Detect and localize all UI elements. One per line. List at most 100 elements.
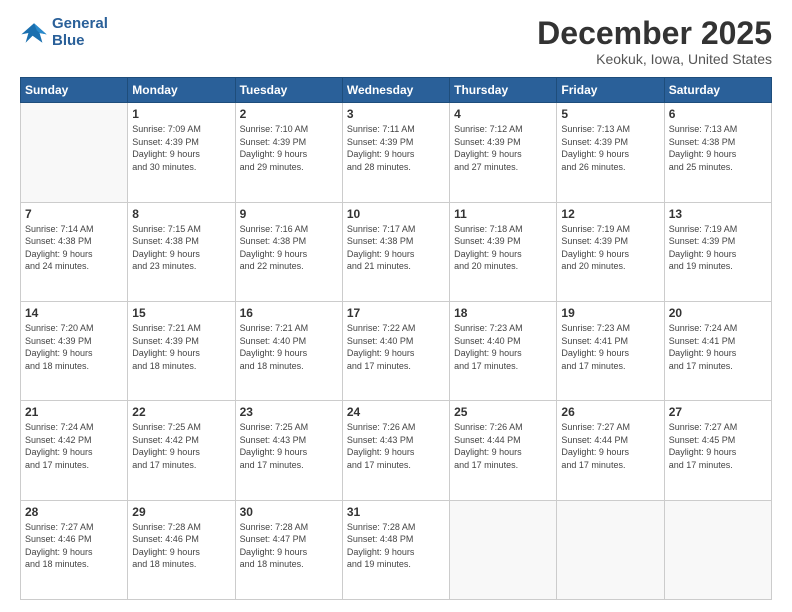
calendar-day-cell: 7Sunrise: 7:14 AM Sunset: 4:38 PM Daylig… <box>21 202 128 301</box>
day-info: Sunrise: 7:27 AM Sunset: 4:46 PM Dayligh… <box>25 521 123 571</box>
day-info: Sunrise: 7:20 AM Sunset: 4:39 PM Dayligh… <box>25 322 123 372</box>
calendar-day-cell: 1Sunrise: 7:09 AM Sunset: 4:39 PM Daylig… <box>128 103 235 202</box>
calendar-week-row: 14 Sunrise: 7:20 AM Sunset: 4:39 PM Dayli… <box>21 301 772 400</box>
logo-icon <box>20 19 48 47</box>
calendar-week-row: 1Sunrise: 7:09 AM Sunset: 4:39 PM Daylig… <box>21 103 772 202</box>
day-info: Sunrise: 7:24 AM Sunset: 4:42 PM Dayligh… <box>25 421 123 471</box>
calendar-day-cell: 24 Sunrise: 7:26 AM Sunset: 4:43 PM Dayli… <box>342 401 449 500</box>
day-number: 24 <box>347 405 445 419</box>
calendar-week-row: 21 Sunrise: 7:24 AM Sunset: 4:42 PM Dayli… <box>21 401 772 500</box>
day-number: 17 <box>347 306 445 320</box>
day-number: 11 <box>454 207 552 221</box>
day-header-monday: Monday <box>128 78 235 103</box>
day-number: 4 <box>454 107 552 121</box>
calendar-day-cell: 18 Sunrise: 7:23 AM Sunset: 4:40 PM Dayli… <box>450 301 557 400</box>
calendar-day-cell: 19 Sunrise: 7:23 AM Sunset: 4:41 PM Dayli… <box>557 301 664 400</box>
logo: General Blue <box>20 16 108 49</box>
day-number: 29 <box>132 505 230 519</box>
day-info: Sunrise: 7:27 AM Sunset: 4:44 PM Dayligh… <box>561 421 659 471</box>
calendar-day-cell: 13 Sunrise: 7:19 AM Sunset: 4:39 PM Dayli… <box>664 202 771 301</box>
day-info: Sunrise: 7:28 AM Sunset: 4:47 PM Dayligh… <box>240 521 338 571</box>
day-info: Sunrise: 7:26 AM Sunset: 4:43 PM Dayligh… <box>347 421 445 471</box>
day-info: Sunrise: 7:24 AM Sunset: 4:41 PM Dayligh… <box>669 322 767 372</box>
day-number: 13 <box>669 207 767 221</box>
day-info: Sunrise: 7:22 AM Sunset: 4:40 PM Dayligh… <box>347 322 445 372</box>
header: General Blue December 2025 Keokuk, Iowa,… <box>20 16 772 67</box>
day-header-saturday: Saturday <box>664 78 771 103</box>
calendar-day-cell: 25 Sunrise: 7:26 AM Sunset: 4:44 PM Dayli… <box>450 401 557 500</box>
calendar-day-cell: 31 Sunrise: 7:28 AM Sunset: 4:48 PM Dayli… <box>342 500 449 599</box>
day-info: Sunrise: 7:28 AM Sunset: 4:48 PM Dayligh… <box>347 521 445 571</box>
day-info: Sunrise: 7:21 AM Sunset: 4:40 PM Dayligh… <box>240 322 338 372</box>
day-number: 2 <box>240 107 338 121</box>
day-number: 16 <box>240 306 338 320</box>
day-number: 1 <box>132 107 230 121</box>
calendar-day-cell: 15Sunrise: 7:21 AM Sunset: 4:39 PM Dayli… <box>128 301 235 400</box>
day-number: 9 <box>240 207 338 221</box>
calendar-day-cell: 10 Sunrise: 7:17 AM Sunset: 4:38 PM Dayli… <box>342 202 449 301</box>
day-number: 20 <box>669 306 767 320</box>
day-number: 23 <box>240 405 338 419</box>
day-info: Sunrise: 7:21 AM Sunset: 4:39 PM Dayligh… <box>132 322 230 372</box>
calendar-day-cell: 23 Sunrise: 7:25 AM Sunset: 4:43 PM Dayli… <box>235 401 342 500</box>
calendar-day-cell: 6Sunrise: 7:13 AM Sunset: 4:38 PM Daylig… <box>664 103 771 202</box>
day-number: 14 <box>25 306 123 320</box>
day-header-friday: Friday <box>557 78 664 103</box>
day-info: Sunrise: 7:28 AM Sunset: 4:46 PM Dayligh… <box>132 521 230 571</box>
day-number: 12 <box>561 207 659 221</box>
calendar-week-row: 28 Sunrise: 7:27 AM Sunset: 4:46 PM Dayli… <box>21 500 772 599</box>
day-number: 31 <box>347 505 445 519</box>
day-header-sunday: Sunday <box>21 78 128 103</box>
day-info: Sunrise: 7:25 AM Sunset: 4:43 PM Dayligh… <box>240 421 338 471</box>
day-info: Sunrise: 7:11 AM Sunset: 4:39 PM Dayligh… <box>347 123 445 173</box>
day-info: Sunrise: 7:19 AM Sunset: 4:39 PM Dayligh… <box>561 223 659 273</box>
day-info: Sunrise: 7:14 AM Sunset: 4:38 PM Dayligh… <box>25 223 123 273</box>
day-number: 21 <box>25 405 123 419</box>
calendar-day-cell: 4Sunrise: 7:12 AM Sunset: 4:39 PM Daylig… <box>450 103 557 202</box>
day-info: Sunrise: 7:25 AM Sunset: 4:42 PM Dayligh… <box>132 421 230 471</box>
calendar-day-cell: 20 Sunrise: 7:24 AM Sunset: 4:41 PM Dayli… <box>664 301 771 400</box>
calendar-day-cell: 21 Sunrise: 7:24 AM Sunset: 4:42 PM Dayli… <box>21 401 128 500</box>
day-number: 19 <box>561 306 659 320</box>
day-info: Sunrise: 7:16 AM Sunset: 4:38 PM Dayligh… <box>240 223 338 273</box>
day-info: Sunrise: 7:17 AM Sunset: 4:38 PM Dayligh… <box>347 223 445 273</box>
page: General Blue December 2025 Keokuk, Iowa,… <box>0 0 792 612</box>
day-number: 30 <box>240 505 338 519</box>
calendar-week-row: 7Sunrise: 7:14 AM Sunset: 4:38 PM Daylig… <box>21 202 772 301</box>
day-number: 8 <box>132 207 230 221</box>
day-number: 25 <box>454 405 552 419</box>
day-number: 18 <box>454 306 552 320</box>
day-info: Sunrise: 7:13 AM Sunset: 4:39 PM Dayligh… <box>561 123 659 173</box>
calendar-day-cell: 27Sunrise: 7:27 AM Sunset: 4:45 PM Dayli… <box>664 401 771 500</box>
calendar-day-cell: 11 Sunrise: 7:18 AM Sunset: 4:39 PM Dayli… <box>450 202 557 301</box>
day-number: 28 <box>25 505 123 519</box>
calendar-table: SundayMondayTuesdayWednesdayThursdayFrid… <box>20 77 772 600</box>
calendar-day-cell <box>450 500 557 599</box>
day-info: Sunrise: 7:19 AM Sunset: 4:39 PM Dayligh… <box>669 223 767 273</box>
calendar-day-cell: 30 Sunrise: 7:28 AM Sunset: 4:47 PM Dayli… <box>235 500 342 599</box>
day-info: Sunrise: 7:26 AM Sunset: 4:44 PM Dayligh… <box>454 421 552 471</box>
day-header-thursday: Thursday <box>450 78 557 103</box>
day-info: Sunrise: 7:23 AM Sunset: 4:41 PM Dayligh… <box>561 322 659 372</box>
day-info: Sunrise: 7:10 AM Sunset: 4:39 PM Dayligh… <box>240 123 338 173</box>
day-number: 10 <box>347 207 445 221</box>
day-info: Sunrise: 7:27 AM Sunset: 4:45 PM Dayligh… <box>669 421 767 471</box>
calendar-day-cell: 26Sunrise: 7:27 AM Sunset: 4:44 PM Dayli… <box>557 401 664 500</box>
calendar-day-cell: 12 Sunrise: 7:19 AM Sunset: 4:39 PM Dayli… <box>557 202 664 301</box>
day-header-tuesday: Tuesday <box>235 78 342 103</box>
calendar-day-cell: 5 Sunrise: 7:13 AM Sunset: 4:39 PM Daylig… <box>557 103 664 202</box>
day-info: Sunrise: 7:23 AM Sunset: 4:40 PM Dayligh… <box>454 322 552 372</box>
calendar-day-cell <box>557 500 664 599</box>
calendar-day-cell: 29 Sunrise: 7:28 AM Sunset: 4:46 PM Dayli… <box>128 500 235 599</box>
day-number: 22 <box>132 405 230 419</box>
calendar-header-row: SundayMondayTuesdayWednesdayThursdayFrid… <box>21 78 772 103</box>
calendar-day-cell: 28 Sunrise: 7:27 AM Sunset: 4:46 PM Dayli… <box>21 500 128 599</box>
day-number: 3 <box>347 107 445 121</box>
day-info: Sunrise: 7:18 AM Sunset: 4:39 PM Dayligh… <box>454 223 552 273</box>
month-title: December 2025 <box>537 16 772 51</box>
title-block: December 2025 Keokuk, Iowa, United State… <box>537 16 772 67</box>
calendar-day-cell: 3 Sunrise: 7:11 AM Sunset: 4:39 PM Daylig… <box>342 103 449 202</box>
day-number: 5 <box>561 107 659 121</box>
day-number: 6 <box>669 107 767 121</box>
logo-text: General Blue <box>52 16 108 49</box>
